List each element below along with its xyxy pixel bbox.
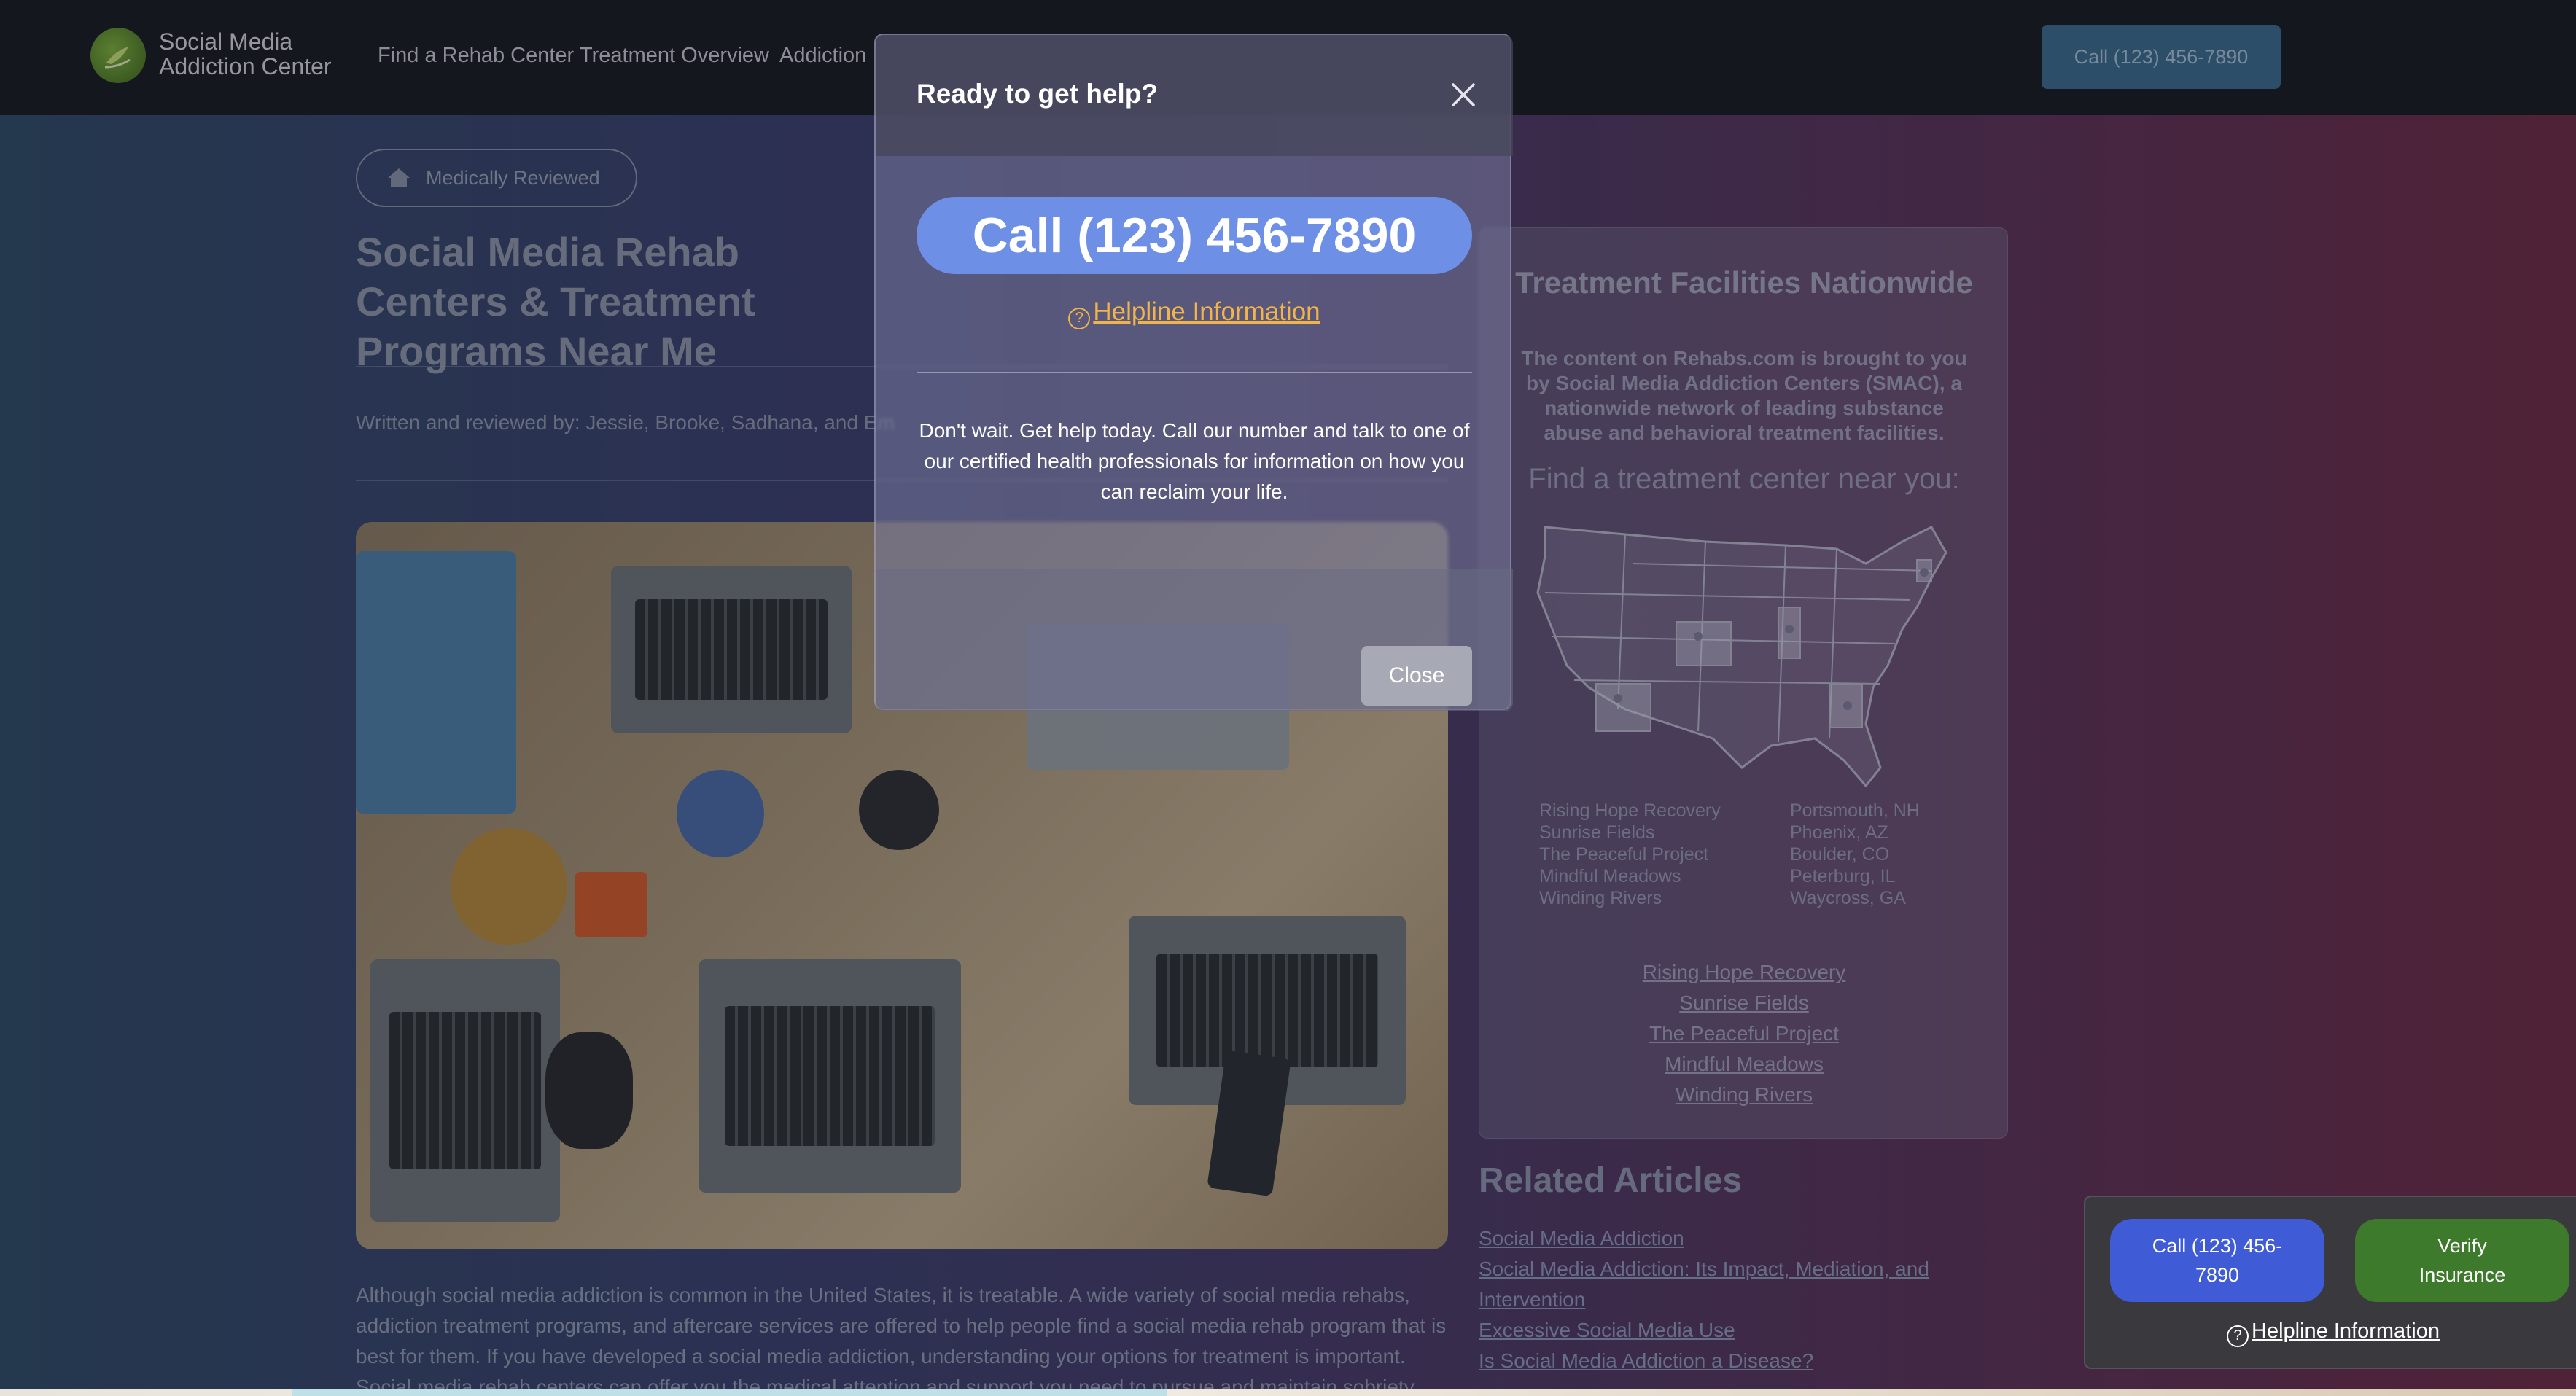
modal-close-button[interactable]: Close bbox=[1361, 646, 1472, 706]
floating-help-widget: Call (123) 456-7890 Verify Insurance ? He… bbox=[2084, 1196, 2576, 1369]
widget-helpline-link[interactable]: ? Helpline Information bbox=[2085, 1319, 2576, 1347]
modal-title: Ready to get help? bbox=[917, 79, 1158, 109]
widget-helpline-label: Helpline Information bbox=[2252, 1319, 2440, 1343]
close-icon[interactable] bbox=[1449, 80, 1478, 109]
modal-helpline-label: Helpline Information bbox=[1093, 297, 1320, 326]
modal-divider bbox=[917, 372, 1472, 373]
widget-call-button[interactable]: Call (123) 456-7890 bbox=[2110, 1219, 2324, 1302]
modal-helpline-link[interactable]: ? Helpline Information bbox=[876, 297, 1513, 329]
question-circle-icon: ? bbox=[2227, 1325, 2249, 1347]
bottom-edge bbox=[0, 1389, 2576, 1396]
modal-body-text: Don't wait. Get help today. Call our num… bbox=[919, 419, 1470, 503]
modal-header: Ready to get help? bbox=[876, 35, 1513, 156]
widget-verify-insurance-button[interactable]: Verify Insurance bbox=[2355, 1219, 2569, 1302]
help-modal: Ready to get help? Call (123) 456-7890 ?… bbox=[874, 34, 1513, 711]
question-circle-icon: ? bbox=[1068, 307, 1091, 329]
modal-call-button[interactable]: Call (123) 456-7890 bbox=[917, 197, 1472, 274]
modal-footer: Close bbox=[876, 569, 1513, 711]
